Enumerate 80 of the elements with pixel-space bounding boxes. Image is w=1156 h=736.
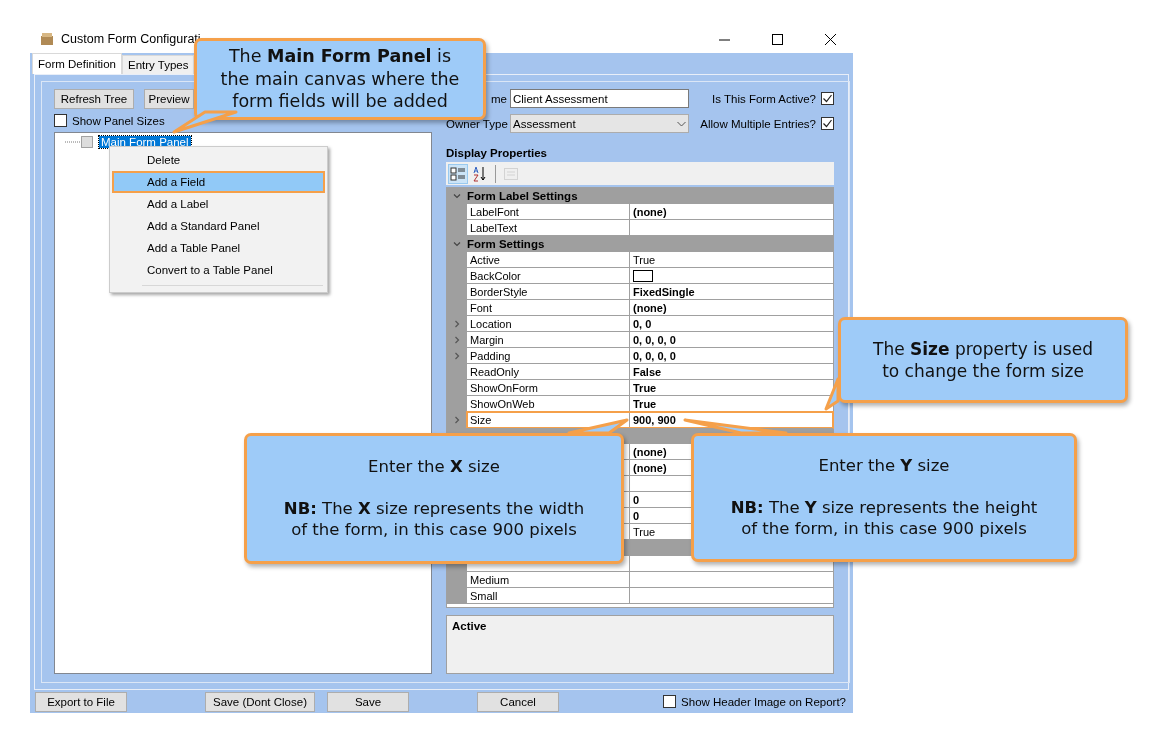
callout-text: The Main Form Panel is the main canvas where the form fields will be added: [219, 44, 461, 114]
property-row[interactable]: Font (none): [467, 300, 833, 316]
field-label: me: [490, 92, 508, 105]
property-name: ShowOnWeb: [470, 397, 535, 410]
property-row[interactable]: Margin 0, 0, 0, 0: [467, 332, 833, 348]
checkbox-label: Show Panel Sizes: [72, 114, 165, 127]
property-name: ShowOnForm: [470, 381, 538, 394]
property-value: False: [633, 365, 662, 378]
callout-text: The Size property is used to change the form size: [872, 337, 1094, 383]
owner-type-dropdown[interactable]: Assessment: [510, 114, 689, 133]
menu-item[interactable]: Add a Standard Panel: [112, 215, 325, 237]
menu-item[interactable]: Delete: [112, 149, 325, 171]
property-name: Medium: [470, 573, 510, 586]
property-row[interactable]: Location 0, 0: [467, 316, 833, 332]
property-row[interactable]: ShowOnForm True: [467, 380, 833, 396]
property-value: 0, 0, 0, 0: [633, 349, 676, 362]
property-name: Size: [470, 413, 492, 426]
footer-button[interactable]: Cancel: [477, 691, 559, 712]
property-value: (none): [633, 445, 667, 458]
highlighted-row[interactable]: Size 900, 900: [467, 412, 833, 428]
property-value: True: [633, 397, 657, 410]
property-value: 0: [633, 493, 640, 506]
menu-item[interactable]: Add a Field: [112, 171, 325, 193]
property-row[interactable]: BackColor: [467, 268, 833, 284]
checkbox-label: Allow Multiple Entries?: [700, 117, 816, 130]
property-value: True: [633, 381, 657, 394]
property-row[interactable]: Small: [467, 588, 833, 604]
footer-button[interactable]: Save: [327, 691, 409, 712]
property-name: ReadOnly: [470, 365, 519, 378]
property-value: 0, 0, 0, 0: [633, 333, 676, 346]
property-row[interactable]: ReadOnly False: [467, 364, 833, 380]
property-name: Font: [470, 301, 492, 314]
toolbar-button[interactable]: Preview: [144, 89, 194, 109]
property-value: 0, 0: [633, 317, 652, 330]
callout-text: Enter the X size: [367, 456, 501, 478]
menu-item[interactable]: Add a Label: [112, 193, 325, 215]
property-row[interactable]: ShowOnWeb True: [467, 396, 833, 412]
property-name: Active: [470, 253, 500, 266]
footer-button[interactable]: Export to File: [35, 691, 127, 712]
window-title: Custom Form Configurati: [61, 32, 202, 46]
menu-item[interactable]: Add a Table Panel: [112, 237, 325, 259]
property-name: Padding: [470, 349, 511, 362]
property-name: Margin: [470, 333, 504, 346]
property-name: LabelText: [470, 221, 518, 234]
menu-item[interactable]: Convert to a Table Panel: [112, 259, 325, 281]
callout-text: NB: The Y size represents the height of the form, in this case 900 pixels: [729, 496, 1039, 540]
property-value: (none): [633, 205, 667, 218]
section-heading: Display Properties: [446, 147, 548, 159]
property-description: Active: [446, 615, 834, 674]
checkbox-label: Is This Form Active?: [712, 92, 816, 105]
property-name: BackColor: [470, 269, 521, 282]
property-value: FixedSingle: [633, 285, 695, 298]
property-row[interactable]: BorderStyle FixedSingle: [467, 284, 833, 300]
checkbox-label: Show Header Image on Report?: [681, 695, 846, 708]
property-value: 900, 900: [633, 413, 676, 426]
tab[interactable]: Entry Types: [121, 55, 195, 74]
callout-text: NB: The X size represents the width of the form, in this case 900 pixels: [282, 497, 586, 541]
footer-button[interactable]: Save (Dont Close): [205, 691, 315, 712]
property-row[interactable]: LabelText: [467, 220, 833, 236]
property-name: Small: [470, 589, 498, 602]
property-row[interactable]: LabelFont (none): [467, 204, 833, 220]
property-value: 0: [633, 509, 640, 522]
category-title: Form Label Settings: [467, 190, 578, 202]
property-row[interactable]: Medium: [467, 572, 833, 588]
tab[interactable]: Form Definition: [32, 53, 122, 74]
property-value: (none): [633, 461, 667, 474]
callout-text: Enter the Y size: [817, 455, 951, 477]
category-title: Form Settings: [467, 238, 545, 250]
property-name: BorderStyle: [470, 285, 528, 298]
property-value: (none): [633, 301, 667, 314]
property-row[interactable]: Padding 0, 0, 0, 0: [467, 348, 833, 364]
field-label: Owner Type: [446, 117, 509, 130]
property-row[interactable]: Active True: [467, 252, 833, 268]
tree-item[interactable]: Main Form Panel: [99, 135, 191, 148]
property-name: Location: [470, 317, 512, 330]
toolbar-button[interactable]: Refresh Tree: [54, 89, 134, 109]
property-name: LabelFont: [470, 205, 519, 218]
property-value: True: [633, 525, 656, 538]
property-value: True: [633, 253, 656, 266]
form-name-field[interactable]: Client Assessment: [510, 89, 689, 108]
